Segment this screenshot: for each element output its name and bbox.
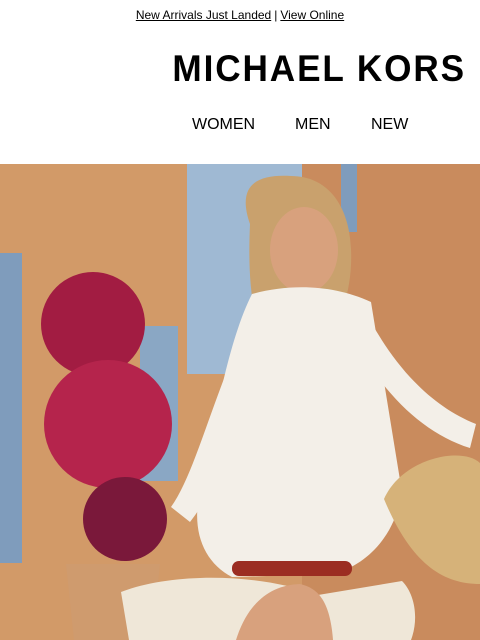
hero-image[interactable] bbox=[0, 164, 480, 640]
brand-logo[interactable]: MICHAEL KORS bbox=[137, 46, 466, 92]
preheader-separator: | bbox=[274, 8, 278, 22]
nav-item-new[interactable]: NEW bbox=[371, 111, 408, 139]
hero-photo-illustration bbox=[0, 164, 480, 640]
bougainvillea-flowers-base bbox=[83, 477, 167, 561]
bougainvillea-flowers-lower bbox=[44, 360, 172, 488]
bougainvillea-flowers bbox=[41, 272, 145, 376]
new-arrivals-link[interactable]: New Arrivals Just Landed bbox=[136, 8, 271, 22]
scooter-seat bbox=[232, 561, 352, 576]
left-window-shutter bbox=[0, 253, 22, 563]
main-nav: WOMEN MEN NEW bbox=[0, 111, 480, 139]
preheader: New Arrivals Just Landed | View Online bbox=[0, 0, 480, 30]
nav-item-men[interactable]: MEN bbox=[295, 111, 331, 139]
model-face bbox=[270, 207, 338, 293]
nav-item-women[interactable]: WOMEN bbox=[192, 111, 255, 139]
view-online-link[interactable]: View Online bbox=[280, 8, 344, 22]
